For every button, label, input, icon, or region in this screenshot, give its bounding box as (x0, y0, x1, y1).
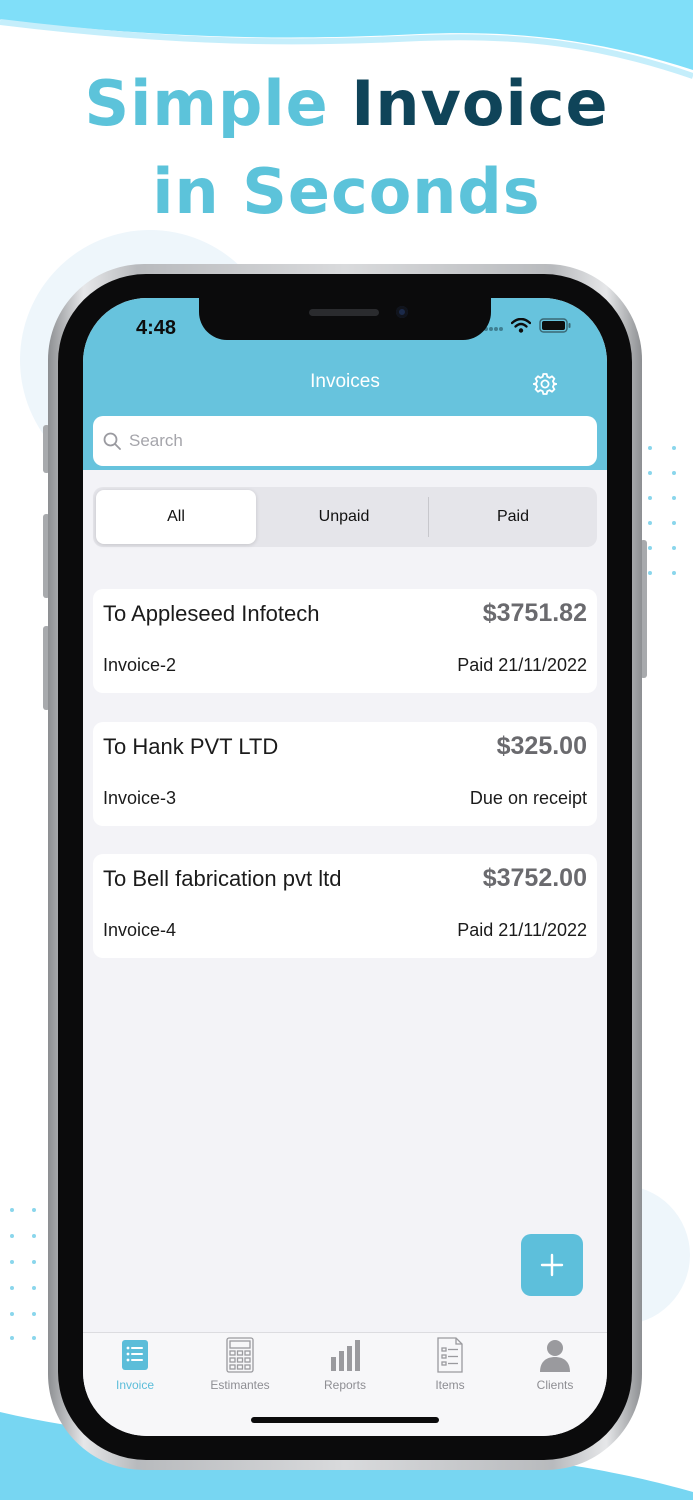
status-time: 4:48 (136, 317, 177, 339)
tab-label: Estimantes (210, 1378, 270, 1392)
invoice-client: To Hank PVT LTD (103, 734, 279, 759)
invoice-amount: $3751.82 (482, 599, 587, 627)
headline-line-1: Simple Invoice (0, 60, 693, 148)
tab-items[interactable]: Items (398, 1337, 502, 1397)
tab-label: Items (435, 1378, 465, 1392)
filter-all-segment[interactable]: All (96, 490, 256, 544)
invoice-client: To Appleseed Infotech (103, 601, 320, 626)
tab-estimates[interactable]: Estimantes (188, 1337, 292, 1397)
invoice-card[interactable]: To Bell fabrication pvt ltd $3752.00 Inv… (93, 854, 597, 958)
plus-icon (540, 1253, 564, 1277)
battery-icon (539, 318, 571, 338)
search-placeholder: Search (129, 431, 183, 450)
tab-reports[interactable]: Reports (293, 1337, 397, 1397)
home-indicator (251, 1417, 439, 1423)
invoice-amount: $325.00 (496, 732, 587, 760)
filter-unpaid-segment[interactable]: Unpaid (260, 487, 428, 547)
page-title: Invoices (310, 371, 380, 392)
invoice-number: Invoice-2 (103, 655, 177, 675)
invoice-filter-control: All Unpaid Paid (93, 487, 597, 547)
phone-notch (199, 298, 491, 340)
tab-label: Invoice (115, 1378, 155, 1392)
person-icon (540, 1337, 570, 1373)
gear-icon[interactable] (532, 372, 558, 396)
invoice-number: Invoice-3 (103, 788, 177, 808)
tab-bar: Invoice Estimantes Reports Items Clients (83, 1332, 607, 1436)
invoice-client: To Bell fabrication pvt ltd (103, 866, 342, 891)
invoice-card[interactable]: To Appleseed Infotech $3751.82 Invoice-2… (93, 589, 597, 693)
marketing-headline: Simple Invoice in Seconds (0, 60, 693, 236)
wifi-icon (510, 317, 532, 338)
headline-word-invoice: Invoice (351, 67, 609, 140)
document-icon (435, 1337, 465, 1373)
search-input[interactable]: Search (93, 416, 597, 466)
tab-invoice[interactable]: Invoice (83, 1337, 187, 1397)
invoice-card[interactable]: To Hank PVT LTD $325.00 Invoice-3 Due on… (93, 722, 597, 826)
bar-chart-icon (330, 1337, 360, 1373)
filter-paid-segment[interactable]: Paid (429, 487, 597, 547)
invoice-status: Due on receipt (469, 788, 587, 808)
tab-label: Reports (323, 1378, 367, 1392)
invoice-status: Paid 21/11/2022 (457, 655, 587, 675)
invoice-amount: $3752.00 (482, 864, 587, 892)
invoice-number: Invoice-4 (103, 920, 177, 940)
add-invoice-button[interactable] (521, 1234, 583, 1296)
headline-line-2: in Seconds (152, 155, 541, 228)
tab-clients[interactable]: Clients (503, 1337, 607, 1397)
app-screen: 4:48 Invoices Search All Unpaid Paid To … (83, 298, 607, 1436)
calculator-icon (225, 1337, 255, 1373)
tab-label: Clients (536, 1378, 574, 1392)
invoice-list-icon (120, 1337, 150, 1373)
front-camera (396, 306, 408, 318)
search-icon (103, 432, 121, 450)
invoice-status: Paid 21/11/2022 (457, 920, 587, 940)
headline-word-simple: Simple (84, 67, 329, 140)
earpiece-speaker (309, 309, 379, 316)
status-icons (483, 317, 571, 338)
